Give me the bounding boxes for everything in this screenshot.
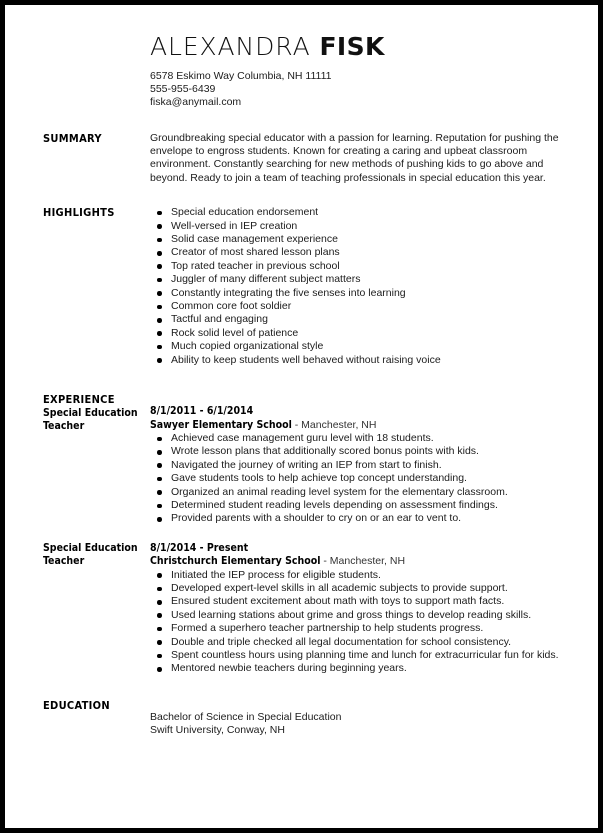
- job-1-dates: 8/1/2014 - Present: [150, 541, 249, 554]
- education-section-title: EDUCATION: [43, 698, 110, 712]
- job-bullet-item: Navigated the journey of writing an IEP …: [150, 459, 564, 472]
- job-0-title: Special Education Teacher: [43, 407, 144, 433]
- highlights-section-title: HIGHLIGHTS: [43, 206, 115, 220]
- experience-content-column: 8/1/2011 - 6/1/2014 Sawyer Elementary Sc…: [150, 393, 598, 526]
- highlights-content-column: Special education endorsement Well-versed…: [150, 206, 598, 367]
- job-bullet-item: Wrote lesson plans that additionally sco…: [150, 445, 564, 458]
- job-0-company: Sawyer Elementary School: [150, 418, 292, 431]
- job-0-title-line2: Teacher: [43, 420, 85, 433]
- highlight-item: Tactful and engaging: [150, 313, 564, 326]
- experience-section-header: EXPERIENCE Special Education Teacher 8/1…: [5, 393, 598, 526]
- contact-info: 6578 Eskimo Way Columbia, NH 11111 555-9…: [150, 70, 598, 110]
- job-1-location: - Manchester, NH: [320, 555, 406, 568]
- job-0-company-line: Sawyer Elementary School - Manchester, N…: [150, 419, 564, 432]
- highlight-item: Creator of most shared lesson plans: [150, 246, 564, 259]
- job-1-company-line: Christchurch Elementary School - Manches…: [150, 555, 564, 568]
- job-bullet-item: Ensured student excitement about math wi…: [150, 595, 564, 608]
- job-bullet-item: Developed expert-level skills in all aca…: [150, 582, 564, 595]
- job-bullet-item: Provided parents with a shoulder to cry …: [150, 512, 564, 525]
- education-entry: Bachelor of Science in Special Education…: [150, 711, 564, 738]
- experience-section-title: EXPERIENCE: [43, 393, 115, 407]
- job-1-title-line1: Special Education: [43, 541, 138, 554]
- candidate-first-name: ALEXANDRA: [150, 32, 311, 61]
- highlight-item: Ability to keep students well behaved wi…: [150, 354, 564, 367]
- highlights-title-column: HIGHLIGHTS: [5, 206, 150, 219]
- highlight-item: Constantly integrating the five senses i…: [150, 287, 564, 300]
- job-1-title: Special Education Teacher: [43, 542, 144, 568]
- contact-phone: 555-955-6439: [150, 83, 216, 96]
- resume-sheet: ALEXANDRA FISK 6578 Eskimo Way Columbia,…: [5, 5, 598, 828]
- job-bullet-item: Achieved case management guru level with…: [150, 432, 564, 445]
- candidate-name: ALEXANDRA FISK: [150, 33, 598, 61]
- contact-email: fiska@anymail.com: [150, 96, 242, 109]
- experience-title-column: EXPERIENCE Special Education Teacher: [5, 393, 150, 433]
- highlight-item: Much copied organizational style: [150, 340, 564, 353]
- job-1-title-line2: Teacher: [43, 554, 85, 567]
- highlight-item: Rock solid level of patience: [150, 327, 564, 340]
- candidate-last-name: FISK: [319, 32, 385, 61]
- job-bullet-item: Used learning stations about grime and g…: [150, 609, 564, 622]
- job-bullet-item: Determined student reading levels depend…: [150, 499, 564, 512]
- summary-content-column: Groundbreaking special educator with a p…: [150, 132, 598, 186]
- education-school: Swift University, Conway, NH: [150, 724, 285, 737]
- education-degree: Bachelor of Science in Special Education: [150, 710, 342, 723]
- job-1-content-column: 8/1/2014 - Present Christchurch Elementa…: [150, 542, 598, 676]
- highlights-section: HIGHLIGHTS Special education endorsement…: [5, 206, 598, 367]
- job-0-location: - Manchester, NH: [291, 418, 377, 431]
- job-1-company: Christchurch Elementary School: [150, 555, 321, 568]
- job-bullet-item: Organized an animal reading level system…: [150, 486, 564, 499]
- job-bullet-item: Initiated the IEP process for eligible s…: [150, 569, 564, 582]
- highlight-item: Special education endorsement: [150, 206, 564, 219]
- summary-section-title: SUMMARY: [43, 131, 102, 145]
- contact-address: 6578 Eskimo Way Columbia, NH 11111: [150, 70, 332, 82]
- job-bullet-item: Spent countless hours using planning tim…: [150, 649, 564, 662]
- job-bullet-item: Double and triple checked all legal docu…: [150, 636, 564, 649]
- resume-header: ALEXANDRA FISK 6578 Eskimo Way Columbia,…: [5, 5, 598, 110]
- job-0-dates: 8/1/2011 - 6/1/2014: [150, 405, 254, 418]
- highlight-item: Common core foot soldier: [150, 300, 564, 313]
- summary-title-column: SUMMARY: [5, 132, 150, 145]
- highlights-list: Special education endorsement Well-versed…: [150, 206, 564, 367]
- resume-page: ALEXANDRA FISK 6578 Eskimo Way Columbia,…: [0, 0, 603, 833]
- job-1-bullets: Initiated the IEP process for eligible s…: [150, 569, 564, 676]
- education-title-column: EDUCATION: [5, 699, 150, 712]
- job-bullet-item: Gave students tools to help achieve top …: [150, 472, 564, 485]
- highlight-item: Top rated teacher in previous school: [150, 260, 564, 273]
- education-content-column: Bachelor of Science in Special Education…: [150, 699, 598, 738]
- highlight-item: Solid case management experience: [150, 233, 564, 246]
- experience-job-1: Special Education Teacher 8/1/2014 - Pre…: [5, 542, 598, 676]
- education-section: EDUCATION Bachelor of Science in Special…: [5, 699, 598, 738]
- job-bullet-item: Formed a superhero teacher partnership t…: [150, 622, 564, 635]
- job-0-bullets: Achieved case management guru level with…: [150, 432, 564, 526]
- job-1-title-column: Special Education Teacher: [5, 542, 150, 568]
- highlight-item: Juggler of many different subject matter…: [150, 273, 564, 286]
- job-0-title-line1: Special Education: [43, 407, 138, 420]
- summary-section: SUMMARY Groundbreaking special educator …: [5, 132, 598, 186]
- job-bullet-item: Mentored newbie teachers during beginnin…: [150, 662, 564, 675]
- summary-text: Groundbreaking special educator with a p…: [150, 131, 559, 184]
- highlight-item: Well-versed in IEP creation: [150, 220, 564, 233]
